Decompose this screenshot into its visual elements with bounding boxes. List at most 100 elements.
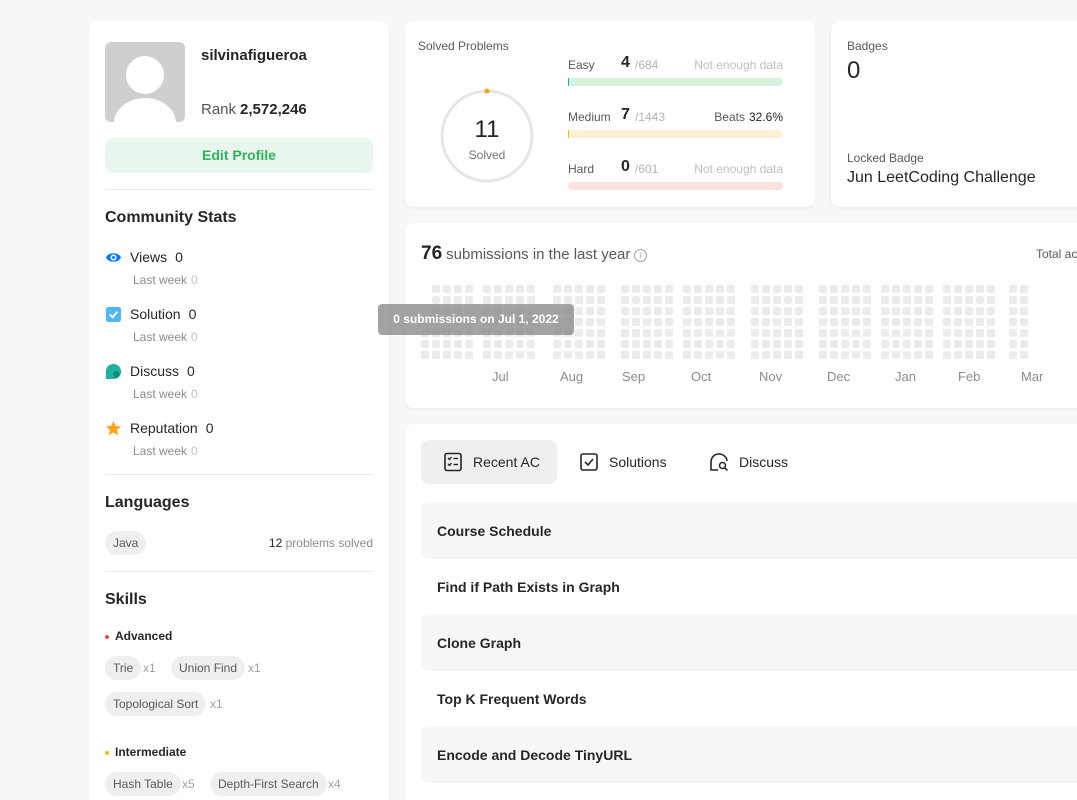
heatmap-cell[interactable]: [976, 351, 984, 359]
heatmap-cell[interactable]: [564, 340, 572, 348]
heatmap-cell[interactable]: [976, 329, 984, 337]
heatmap-cell[interactable]: [716, 318, 724, 326]
heatmap-cell[interactable]: [892, 285, 900, 293]
heatmap-cell[interactable]: [914, 285, 922, 293]
heatmap-cell[interactable]: [925, 340, 933, 348]
username[interactable]: silvinafigueroa: [201, 47, 307, 64]
heatmap-cell[interactable]: [819, 351, 827, 359]
heatmap-cell[interactable]: [751, 296, 759, 304]
heatmap-cell[interactable]: [881, 340, 889, 348]
heatmap-cell[interactable]: [454, 285, 462, 293]
heatmap-cell[interactable]: [751, 329, 759, 337]
heatmap-cell[interactable]: [621, 285, 629, 293]
heatmap-cell[interactable]: [553, 296, 561, 304]
heatmap-cell[interactable]: [654, 307, 662, 315]
heatmap-cell[interactable]: [443, 351, 451, 359]
heatmap-cell[interactable]: [954, 329, 962, 337]
heatmap-cell[interactable]: [762, 318, 770, 326]
heatmap-cell[interactable]: [632, 285, 640, 293]
heatmap-cell[interactable]: [819, 285, 827, 293]
heatmap-cell[interactable]: [586, 296, 594, 304]
heatmap-cell[interactable]: [694, 351, 702, 359]
heatmap-cell[interactable]: [914, 329, 922, 337]
heatmap-cell[interactable]: [1009, 329, 1017, 337]
heatmap-cell[interactable]: [976, 296, 984, 304]
heatmap-cell[interactable]: [632, 318, 640, 326]
heatmap-cell[interactable]: [443, 285, 451, 293]
heatmap-cell[interactable]: [819, 318, 827, 326]
heatmap-cell[interactable]: [987, 296, 995, 304]
heatmap-cell[interactable]: [925, 351, 933, 359]
heatmap-cell[interactable]: [597, 296, 605, 304]
heatmap-cell[interactable]: [852, 329, 860, 337]
heatmap-cell[interactable]: [914, 351, 922, 359]
heatmap-cell[interactable]: [881, 307, 889, 315]
heatmap-cell[interactable]: [795, 285, 803, 293]
heatmap-cell[interactable]: [527, 285, 535, 293]
heatmap-cell[interactable]: [632, 307, 640, 315]
heatmap-cell[interactable]: [665, 318, 673, 326]
heatmap-cell[interactable]: [621, 340, 629, 348]
heatmap-cell[interactable]: [819, 340, 827, 348]
heatmap-cell[interactable]: [483, 285, 491, 293]
heatmap-cell[interactable]: [841, 351, 849, 359]
heatmap-cell[interactable]: [665, 285, 673, 293]
heatmap-cell[interactable]: [1020, 285, 1028, 293]
recent-ac-row[interactable]: Course Schedule: [421, 503, 1077, 559]
heatmap-cell[interactable]: [987, 329, 995, 337]
heatmap-cell[interactable]: [987, 351, 995, 359]
tab-solutions[interactable]: Solutions: [557, 440, 683, 484]
heatmap-cell[interactable]: [597, 285, 605, 293]
heatmap-cell[interactable]: [943, 296, 951, 304]
heatmap-cell[interactable]: [654, 340, 662, 348]
heatmap-cell[interactable]: [575, 285, 583, 293]
heatmap-cell[interactable]: [863, 296, 871, 304]
heatmap-cell[interactable]: [443, 340, 451, 348]
heatmap-cell[interactable]: [694, 329, 702, 337]
heatmap-cell[interactable]: [1009, 285, 1017, 293]
heatmap-cell[interactable]: [863, 318, 871, 326]
heatmap-cell[interactable]: [819, 296, 827, 304]
heatmap-cell[interactable]: [716, 296, 724, 304]
heatmap-cell[interactable]: [943, 307, 951, 315]
heatmap-cell[interactable]: [727, 285, 735, 293]
heatmap-cell[interactable]: [621, 296, 629, 304]
heatmap-cell[interactable]: [841, 340, 849, 348]
heatmap-cell[interactable]: [432, 351, 440, 359]
heatmap-cell[interactable]: [1009, 307, 1017, 315]
heatmap-cell[interactable]: [773, 340, 781, 348]
heatmap-cell[interactable]: [881, 351, 889, 359]
heatmap-cell[interactable]: [727, 329, 735, 337]
heatmap-cell[interactable]: [586, 285, 594, 293]
heatmap-cell[interactable]: [954, 318, 962, 326]
heatmap-cell[interactable]: [903, 329, 911, 337]
heatmap-cell[interactable]: [632, 351, 640, 359]
heatmap-cell[interactable]: [965, 340, 973, 348]
heatmap-cell[interactable]: [527, 340, 535, 348]
heatmap-cell[interactable]: [716, 351, 724, 359]
heatmap-cell[interactable]: [643, 307, 651, 315]
heatmap-cell[interactable]: [943, 285, 951, 293]
heatmap-cell[interactable]: [841, 285, 849, 293]
heatmap-cell[interactable]: [881, 318, 889, 326]
heatmap-cell[interactable]: [494, 285, 502, 293]
tab-recent-ac[interactable]: Recent AC: [421, 440, 557, 484]
heatmap-cell[interactable]: [830, 307, 838, 315]
heatmap-cell[interactable]: [654, 285, 662, 293]
heatmap-cell[interactable]: [643, 340, 651, 348]
heatmap-cell[interactable]: [892, 329, 900, 337]
heatmap-cell[interactable]: [773, 285, 781, 293]
heatmap-cell[interactable]: [575, 307, 583, 315]
heatmap-cell[interactable]: [705, 296, 713, 304]
heatmap-cell[interactable]: [976, 340, 984, 348]
heatmap-cell[interactable]: [987, 318, 995, 326]
heatmap-cell[interactable]: [586, 340, 594, 348]
heatmap-cell[interactable]: [586, 318, 594, 326]
solved-ring[interactable]: 11 Solved: [439, 88, 535, 184]
heatmap-cell[interactable]: [705, 351, 713, 359]
heatmap-cell[interactable]: [443, 296, 451, 304]
heatmap-cell[interactable]: [976, 285, 984, 293]
heatmap-cell[interactable]: [705, 340, 713, 348]
heatmap-cell[interactable]: [784, 351, 792, 359]
heatmap-cell[interactable]: [943, 329, 951, 337]
